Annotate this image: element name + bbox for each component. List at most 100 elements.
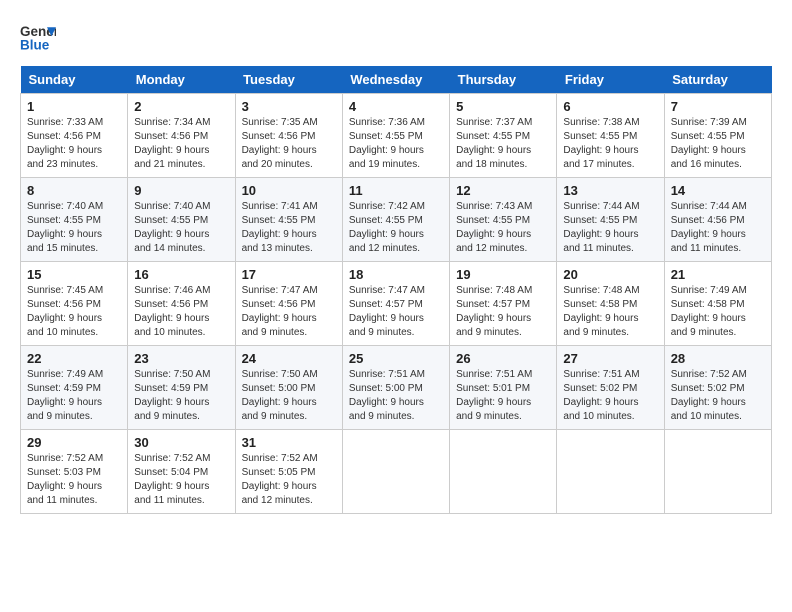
day-info: Sunrise: 7:49 AMSunset: 4:58 PMDaylight:… — [671, 285, 747, 338]
day-cell-3: 3 Sunrise: 7:35 AMSunset: 4:56 PMDayligh… — [235, 94, 342, 178]
weekday-header-row: SundayMondayTuesdayWednesdayThursdayFrid… — [21, 66, 772, 94]
day-cell-7: 7 Sunrise: 7:39 AMSunset: 4:55 PMDayligh… — [664, 94, 771, 178]
day-number: 2 — [134, 99, 228, 114]
day-info: Sunrise: 7:52 AMSunset: 5:04 PMDaylight:… — [134, 453, 210, 506]
weekday-header-friday: Friday — [557, 66, 664, 94]
day-info: Sunrise: 7:52 AMSunset: 5:05 PMDaylight:… — [242, 453, 318, 506]
day-cell-17: 17 Sunrise: 7:47 AMSunset: 4:56 PMDaylig… — [235, 262, 342, 346]
day-number: 14 — [671, 183, 765, 198]
day-number: 30 — [134, 435, 228, 450]
day-cell-25: 25 Sunrise: 7:51 AMSunset: 5:00 PMDaylig… — [342, 346, 449, 430]
day-cell-9: 9 Sunrise: 7:40 AMSunset: 4:55 PMDayligh… — [128, 178, 235, 262]
empty-cell — [664, 430, 771, 514]
day-info: Sunrise: 7:44 AMSunset: 4:56 PMDaylight:… — [671, 201, 747, 254]
day-number: 31 — [242, 435, 336, 450]
day-cell-21: 21 Sunrise: 7:49 AMSunset: 4:58 PMDaylig… — [664, 262, 771, 346]
weekday-header-thursday: Thursday — [450, 66, 557, 94]
day-number: 6 — [563, 99, 657, 114]
day-info: Sunrise: 7:46 AMSunset: 4:56 PMDaylight:… — [134, 285, 210, 338]
day-cell-24: 24 Sunrise: 7:50 AMSunset: 5:00 PMDaylig… — [235, 346, 342, 430]
day-info: Sunrise: 7:52 AMSunset: 5:02 PMDaylight:… — [671, 369, 747, 422]
day-info: Sunrise: 7:48 AMSunset: 4:57 PMDaylight:… — [456, 285, 532, 338]
day-number: 17 — [242, 267, 336, 282]
day-cell-28: 28 Sunrise: 7:52 AMSunset: 5:02 PMDaylig… — [664, 346, 771, 430]
day-cell-29: 29 Sunrise: 7:52 AMSunset: 5:03 PMDaylig… — [21, 430, 128, 514]
day-info: Sunrise: 7:49 AMSunset: 4:59 PMDaylight:… — [27, 369, 103, 422]
weekday-header-saturday: Saturday — [664, 66, 771, 94]
day-cell-10: 10 Sunrise: 7:41 AMSunset: 4:55 PMDaylig… — [235, 178, 342, 262]
weekday-header-tuesday: Tuesday — [235, 66, 342, 94]
day-info: Sunrise: 7:48 AMSunset: 4:58 PMDaylight:… — [563, 285, 639, 338]
day-number: 23 — [134, 351, 228, 366]
day-number: 28 — [671, 351, 765, 366]
empty-cell — [450, 430, 557, 514]
day-number: 12 — [456, 183, 550, 198]
day-cell-30: 30 Sunrise: 7:52 AMSunset: 5:04 PMDaylig… — [128, 430, 235, 514]
day-cell-16: 16 Sunrise: 7:46 AMSunset: 4:56 PMDaylig… — [128, 262, 235, 346]
day-cell-14: 14 Sunrise: 7:44 AMSunset: 4:56 PMDaylig… — [664, 178, 771, 262]
day-info: Sunrise: 7:36 AMSunset: 4:55 PMDaylight:… — [349, 117, 425, 170]
day-info: Sunrise: 7:35 AMSunset: 4:56 PMDaylight:… — [242, 117, 318, 170]
day-number: 24 — [242, 351, 336, 366]
day-number: 13 — [563, 183, 657, 198]
week-row-5: 29 Sunrise: 7:52 AMSunset: 5:03 PMDaylig… — [21, 430, 772, 514]
day-number: 18 — [349, 267, 443, 282]
day-number: 25 — [349, 351, 443, 366]
day-info: Sunrise: 7:51 AMSunset: 5:02 PMDaylight:… — [563, 369, 639, 422]
day-number: 19 — [456, 267, 550, 282]
day-cell-4: 4 Sunrise: 7:36 AMSunset: 4:55 PMDayligh… — [342, 94, 449, 178]
week-row-1: 1 Sunrise: 7:33 AMSunset: 4:56 PMDayligh… — [21, 94, 772, 178]
day-number: 4 — [349, 99, 443, 114]
day-cell-23: 23 Sunrise: 7:50 AMSunset: 4:59 PMDaylig… — [128, 346, 235, 430]
day-info: Sunrise: 7:38 AMSunset: 4:55 PMDaylight:… — [563, 117, 639, 170]
day-info: Sunrise: 7:34 AMSunset: 4:56 PMDaylight:… — [134, 117, 210, 170]
day-cell-22: 22 Sunrise: 7:49 AMSunset: 4:59 PMDaylig… — [21, 346, 128, 430]
day-number: 3 — [242, 99, 336, 114]
day-number: 10 — [242, 183, 336, 198]
day-info: Sunrise: 7:39 AMSunset: 4:55 PMDaylight:… — [671, 117, 747, 170]
day-cell-20: 20 Sunrise: 7:48 AMSunset: 4:58 PMDaylig… — [557, 262, 664, 346]
day-number: 27 — [563, 351, 657, 366]
day-info: Sunrise: 7:41 AMSunset: 4:55 PMDaylight:… — [242, 201, 318, 254]
day-cell-13: 13 Sunrise: 7:44 AMSunset: 4:55 PMDaylig… — [557, 178, 664, 262]
day-info: Sunrise: 7:50 AMSunset: 4:59 PMDaylight:… — [134, 369, 210, 422]
day-info: Sunrise: 7:40 AMSunset: 4:55 PMDaylight:… — [134, 201, 210, 254]
day-number: 1 — [27, 99, 121, 114]
day-cell-8: 8 Sunrise: 7:40 AMSunset: 4:55 PMDayligh… — [21, 178, 128, 262]
day-cell-11: 11 Sunrise: 7:42 AMSunset: 4:55 PMDaylig… — [342, 178, 449, 262]
day-info: Sunrise: 7:47 AMSunset: 4:56 PMDaylight:… — [242, 285, 318, 338]
day-number: 20 — [563, 267, 657, 282]
day-cell-19: 19 Sunrise: 7:48 AMSunset: 4:57 PMDaylig… — [450, 262, 557, 346]
day-number: 11 — [349, 183, 443, 198]
day-number: 16 — [134, 267, 228, 282]
day-info: Sunrise: 7:43 AMSunset: 4:55 PMDaylight:… — [456, 201, 532, 254]
day-info: Sunrise: 7:51 AMSunset: 5:01 PMDaylight:… — [456, 369, 532, 422]
week-row-4: 22 Sunrise: 7:49 AMSunset: 4:59 PMDaylig… — [21, 346, 772, 430]
day-info: Sunrise: 7:45 AMSunset: 4:56 PMDaylight:… — [27, 285, 103, 338]
day-info: Sunrise: 7:44 AMSunset: 4:55 PMDaylight:… — [563, 201, 639, 254]
day-info: Sunrise: 7:47 AMSunset: 4:57 PMDaylight:… — [349, 285, 425, 338]
day-number: 7 — [671, 99, 765, 114]
day-cell-15: 15 Sunrise: 7:45 AMSunset: 4:56 PMDaylig… — [21, 262, 128, 346]
day-info: Sunrise: 7:51 AMSunset: 5:00 PMDaylight:… — [349, 369, 425, 422]
weekday-header-sunday: Sunday — [21, 66, 128, 94]
logo-icon: General Blue — [20, 20, 56, 56]
day-number: 29 — [27, 435, 121, 450]
day-number: 22 — [27, 351, 121, 366]
day-cell-5: 5 Sunrise: 7:37 AMSunset: 4:55 PMDayligh… — [450, 94, 557, 178]
header: General Blue — [20, 20, 772, 56]
empty-cell — [557, 430, 664, 514]
day-info: Sunrise: 7:52 AMSunset: 5:03 PMDaylight:… — [27, 453, 103, 506]
day-cell-27: 27 Sunrise: 7:51 AMSunset: 5:02 PMDaylig… — [557, 346, 664, 430]
day-number: 15 — [27, 267, 121, 282]
day-info: Sunrise: 7:42 AMSunset: 4:55 PMDaylight:… — [349, 201, 425, 254]
logo: General Blue — [20, 20, 56, 56]
day-number: 8 — [27, 183, 121, 198]
day-info: Sunrise: 7:37 AMSunset: 4:55 PMDaylight:… — [456, 117, 532, 170]
day-cell-31: 31 Sunrise: 7:52 AMSunset: 5:05 PMDaylig… — [235, 430, 342, 514]
weekday-header-wednesday: Wednesday — [342, 66, 449, 94]
day-cell-12: 12 Sunrise: 7:43 AMSunset: 4:55 PMDaylig… — [450, 178, 557, 262]
day-cell-1: 1 Sunrise: 7:33 AMSunset: 4:56 PMDayligh… — [21, 94, 128, 178]
calendar-table: SundayMondayTuesdayWednesdayThursdayFrid… — [20, 66, 772, 514]
day-info: Sunrise: 7:40 AMSunset: 4:55 PMDaylight:… — [27, 201, 103, 254]
